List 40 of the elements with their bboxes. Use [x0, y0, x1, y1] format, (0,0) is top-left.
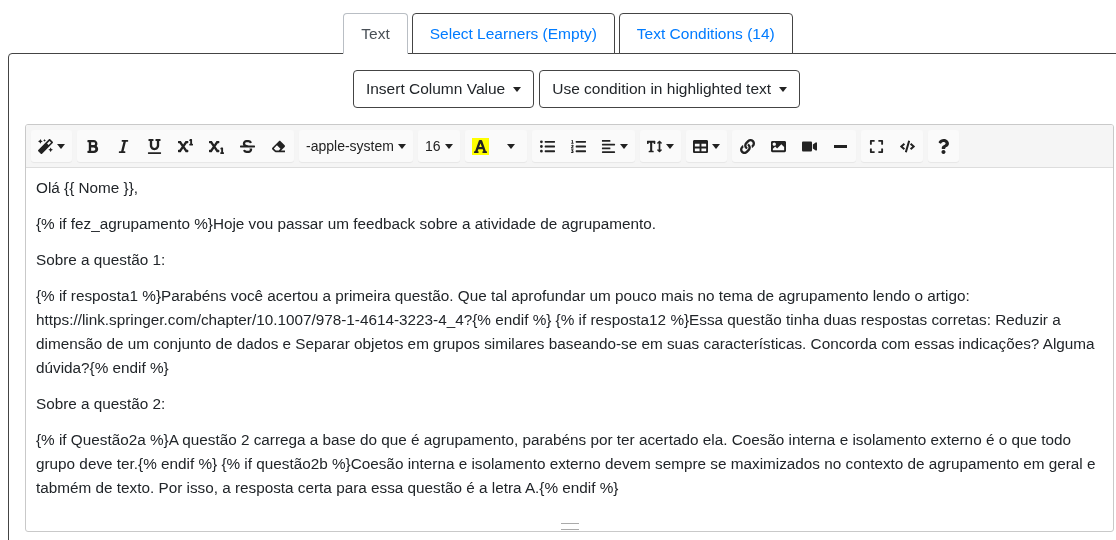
- link-icon: [739, 138, 755, 154]
- caret-icon: [779, 86, 788, 92]
- tab[interactable]: Select Learners (Empty): [411, 13, 615, 54]
- subscript-icon: [209, 138, 224, 154]
- italic-icon: [116, 138, 131, 154]
- tab[interactable]: Text Conditions (14): [618, 13, 793, 54]
- caret-icon: [513, 86, 522, 92]
- dropdown-button[interactable]: Insert Column Value: [352, 70, 535, 108]
- bullet-list-icon: [539, 138, 555, 154]
- font-dropdown[interactable]: -apple-system: [299, 130, 413, 162]
- superscript-icon: [178, 138, 193, 154]
- paragraph: Sobre a questão 1:: [36, 250, 167, 270]
- bold-icon: [85, 138, 100, 154]
- underline-icon: [147, 138, 162, 154]
- eraser-icon: [272, 139, 285, 153]
- paragraph: {% if Questão2a %}A questão 2 carrega a base do que é agrupamento, parabéns por ter acertado ela. Coesão interna e isolamento externo é o que todo grupo deve ter.{% endif %} {% if questão2b %}Coesão interna e isolamento externo devem sempre se maximizados no contexto de agrupamento em geral e tabmém de texto. Por isso, a resposta certa para essa questão é a letra A.{% endif %}: [36, 430, 1097, 498]
- caret-icon: [619, 143, 628, 149]
- caret-icon: [57, 143, 65, 149]
- caret-icon: [397, 143, 406, 149]
- highlight-icon: [471, 137, 489, 155]
- expand-icon: [868, 138, 884, 154]
- paragraph: Sobre a questão 2:: [36, 394, 167, 414]
- strikethrough-icon: [240, 138, 255, 154]
- dropdown-button[interactable]: Use condition in highlighted text: [539, 70, 801, 108]
- caret-icon: [711, 143, 720, 149]
- tab[interactable]: Text: [343, 13, 408, 54]
- caret-icon: [665, 143, 674, 149]
- paragraph: Olá {{ Nome }},: [36, 178, 140, 198]
- paragraph: {% if fez_agrupamento %}Hoje vou passar um feedback sobre a atividade de agrupamento.: [36, 214, 657, 234]
- numbered-list-icon: [570, 138, 586, 154]
- size-dropdown[interactable]: 16: [417, 130, 460, 162]
- caret-icon: [507, 143, 515, 149]
- image-icon: [770, 138, 786, 154]
- code-icon: [899, 138, 915, 154]
- caret-icon: [444, 143, 453, 149]
- magic-wand-icon: [38, 138, 53, 154]
- paragraph: {% if resposta1 %}Parabéns você acertou a primeira questão. Que tal aprofundar um pouco mais no tema de agrupamento lendo o artigo: https://link.springer.com/chapter/10.1007/978-1-4614-3223-4_4?{% endif %} {% if resposta12 %}Essa questão tinha duas respostas corretas: Reduzir a dimensão de um conjunto de dados e Separar objetos em grupos similares baseando-se em suas características. Concorda com essas indicações? Alguma dúvida?{% endif %}: [36, 286, 1096, 378]
- text-height-icon: [646, 138, 662, 154]
- table-icon: [692, 138, 708, 154]
- align-icon: [600, 138, 616, 154]
